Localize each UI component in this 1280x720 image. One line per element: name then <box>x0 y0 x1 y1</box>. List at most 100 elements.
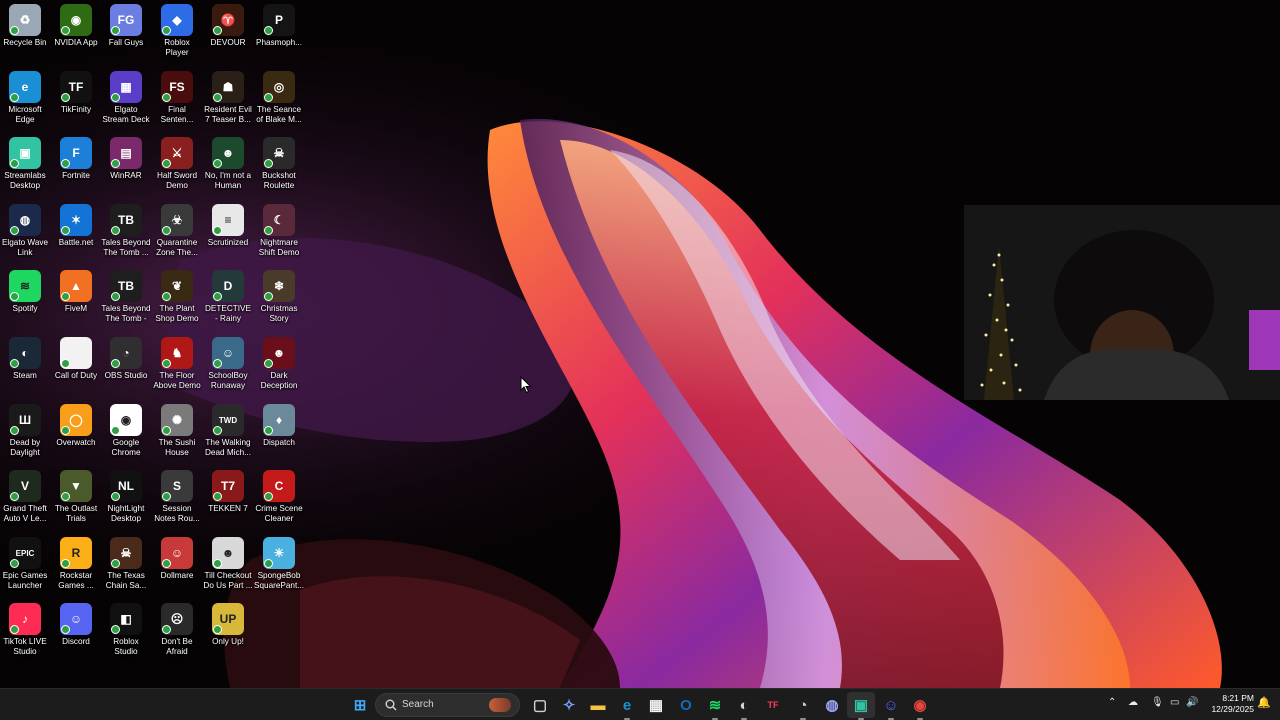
sync-status-check-icon <box>162 226 171 235</box>
taskbar-edge[interactable]: e <box>617 695 637 715</box>
taskbar-file-explorer[interactable]: ▬ <box>588 695 608 715</box>
desktop-shortcut[interactable]: ◆ Roblox Player <box>152 0 202 64</box>
sync-status-check-icon <box>111 26 120 35</box>
desktop-shortcut[interactable]: ☣ Quarantine Zone The... <box>152 200 202 264</box>
sync-status-check-icon <box>162 426 171 435</box>
desktop-shortcut[interactable]: ◉ NVIDIA App <box>51 0 101 64</box>
desktop-shortcut[interactable]: ☗ Resident Evil 7 Teaser B... <box>203 67 253 131</box>
desktop-shortcut[interactable]: ≡ Scrutinized <box>203 200 253 264</box>
desktop-shortcut[interactable]: UP Only Up! <box>203 599 253 663</box>
taskbar-outlook[interactable]: O <box>676 695 696 715</box>
desktop-shortcut[interactable]: ⚔ Half Sword Demo <box>152 133 202 197</box>
desktop-shortcut[interactable]: ◍ Elgato Wave Link <box>0 200 50 264</box>
desktop-shortcut[interactable]: ◯ Overwatch <box>51 400 101 464</box>
taskbar-tikfinity[interactable]: TF <box>763 695 783 715</box>
desktop-shortcut[interactable]: NL NightLight Desktop <box>101 466 151 530</box>
desktop-shortcut[interactable]: ☀ SpongeBob SquarePant... <box>254 533 304 597</box>
desktop-shortcut[interactable]: e Microsoft Edge <box>0 67 50 131</box>
desktop-shortcut[interactable]: TB Tales Beyond The Tomb - ... <box>101 266 151 330</box>
desktop-shortcut-label: FiveM <box>64 304 88 313</box>
taskbar-task-view[interactable]: ▢ <box>530 695 550 715</box>
desktop-shortcut[interactable]: ☻ No, I'm not a Human <box>203 133 253 197</box>
system-clock[interactable]: 8:21 PM 12/29/2025 <box>1211 693 1254 715</box>
microphone-icon[interactable]: 🎙 <box>1151 697 1164 708</box>
sync-status-check-icon <box>61 159 70 168</box>
desktop-shortcut[interactable]: FG Fall Guys <box>101 0 151 64</box>
desktop-shortcut[interactable]: TWD The Walking Dead Mich... <box>203 400 253 464</box>
desktop-shortcut[interactable]: R Rockstar Games ... <box>51 533 101 597</box>
taskbar-steam[interactable]: ◐ <box>734 695 754 715</box>
desktop-shortcut[interactable]: S Session Notes Rou... <box>152 466 202 530</box>
taskbar-streamlabs[interactable]: ▣ <box>851 695 871 715</box>
desktop-shortcut[interactable]: ☠ The Texas Chain Sa... <box>101 533 151 597</box>
show-hidden-icons-chevron-icon[interactable]: ⌃ <box>1108 697 1116 708</box>
desktop-shortcut-label: NVIDIA App <box>54 38 98 47</box>
desktop-shortcut[interactable]: ✶ Battle.net <box>51 200 101 264</box>
desktop-shortcut[interactable]: ♻ Recycle Bin <box>0 0 50 64</box>
taskbar-search-box[interactable]: Search <box>375 693 520 717</box>
sync-status-check-icon <box>213 625 222 634</box>
roblox-icon: ◆ <box>161 4 193 36</box>
desktop-shortcut[interactable]: ▣ Streamlabs Desktop <box>0 133 50 197</box>
desktop-shortcut[interactable]: ▤ WinRAR <box>101 133 151 197</box>
sync-status-check-icon <box>10 93 19 102</box>
desktop-shortcut[interactable]: ◉ Google Chrome <box>101 400 151 464</box>
taskbar-discord[interactable]: ☺ <box>881 695 901 715</box>
notification-bell-icon[interactable]: 🔔 <box>1257 696 1271 709</box>
desktop-shortcut[interactable]: ▦ Elgato Stream Deck <box>101 67 151 131</box>
desktop-shortcut[interactable]: ◎ The Seance of Blake M... <box>254 67 304 131</box>
desktop-shortcut[interactable]: EPIC Epic Games Launcher <box>0 533 50 597</box>
desktop-shortcut[interactable]: ◔ OBS Studio <box>101 333 151 397</box>
network-icon[interactable]: ▭ <box>1170 697 1179 708</box>
onedrive-cloud-icon[interactable]: ☁ <box>1128 697 1138 708</box>
desktop-shortcut[interactable]: ☻ Till Checkout Do Us Part ... <box>203 533 253 597</box>
desktop-shortcut[interactable]: ☺ SchoolBoy Runaway <box>203 333 253 397</box>
start-button[interactable]: ⊞ <box>350 695 370 715</box>
taskbar-wave-link[interactable]: ◍ <box>822 695 842 715</box>
desktop-shortcut[interactable]: ◐ Steam <box>0 333 50 397</box>
desktop-shortcut[interactable]: D DETECTIVE - Rainy nigh... <box>203 266 253 330</box>
desktop-shortcut[interactable]: C Crime Scene Cleaner <box>254 466 304 530</box>
taskbar-copilot[interactable]: ✧ <box>559 695 579 715</box>
windows-start-icon <box>350 695 370 715</box>
till-checkout-icon: ☻ <box>212 537 244 569</box>
desktop-shortcut[interactable]: ❄ Christmas Story <box>254 266 304 330</box>
desktop-shortcut[interactable]: ☺ Dollmare <box>152 533 202 597</box>
chrome-icon <box>910 695 930 715</box>
spotify-icon: ≋ <box>9 270 41 302</box>
desktop-shortcut[interactable]: ♞ The Floor Above Demo <box>152 333 202 397</box>
taskbar-chrome[interactable]: ◉ <box>910 695 930 715</box>
desktop-shortcut[interactable]: V Grand Theft Auto V Le... <box>0 466 50 530</box>
desktop-shortcut[interactable]: ▲ FiveM <box>51 266 101 330</box>
desktop-shortcut[interactable]: P Phasmoph... <box>254 0 304 64</box>
taskbar-store[interactable]: ▦ <box>646 695 666 715</box>
desktop-shortcut[interactable]: FS Final Senten... <box>152 67 202 131</box>
desktop-shortcut[interactable]: Ш Dead by Daylight <box>0 400 50 464</box>
desktop-shortcut[interactable]: ♪ TikTok LIVE Studio <box>0 599 50 663</box>
desktop-shortcut[interactable]: ✺ The Sushi House <box>152 400 202 464</box>
taskbar-spotify[interactable]: ≋ <box>705 695 725 715</box>
desktop-shortcut[interactable]: F Fortnite <box>51 133 101 197</box>
desktop-shortcut[interactable]: ☺ Discord <box>51 599 101 663</box>
desktop-shortcut[interactable]: ♈ DEVOUR <box>203 0 253 64</box>
desktop-shortcut[interactable]: ☠ Buckshot Roulette <box>254 133 304 197</box>
obs-icon: ◔ <box>110 337 142 369</box>
taskbar-obs[interactable]: ◔ <box>793 695 813 715</box>
desktop-shortcut-label: Buckshot Roulette <box>262 171 296 190</box>
desktop-shortcut[interactable]: ☻ Dark Deception <box>254 333 304 397</box>
desktop-shortcut[interactable]: ☾ Nightmare Shift Demo <box>254 200 304 264</box>
tikfinity-icon <box>763 695 783 715</box>
desktop-shortcut[interactable]: TF TikFinity <box>51 67 101 131</box>
volume-icon[interactable]: 🔊 <box>1186 697 1198 708</box>
desktop-shortcut[interactable]: T7 TEKKEN 7 <box>203 466 253 530</box>
christmas-story-icon: ❄ <box>263 270 295 302</box>
desktop-shortcut[interactable]: Call of Duty <box>51 333 101 397</box>
desktop-shortcut[interactable]: ☹ Don't Be Afraid <box>152 599 202 663</box>
desktop-shortcut[interactable]: ♦ Dispatch <box>254 400 304 464</box>
desktop-shortcut[interactable]: ≋ Spotify <box>0 266 50 330</box>
desktop-shortcut[interactable]: ❦ The Plant Shop Demo <box>152 266 202 330</box>
webcam-feed-image <box>964 205 1280 400</box>
desktop-shortcut[interactable]: ▼ The Outlast Trials <box>51 466 101 530</box>
desktop-shortcut[interactable]: TB Tales Beyond The Tomb ... <box>101 200 151 264</box>
desktop-shortcut[interactable]: ◧ Roblox Studio <box>101 599 151 663</box>
